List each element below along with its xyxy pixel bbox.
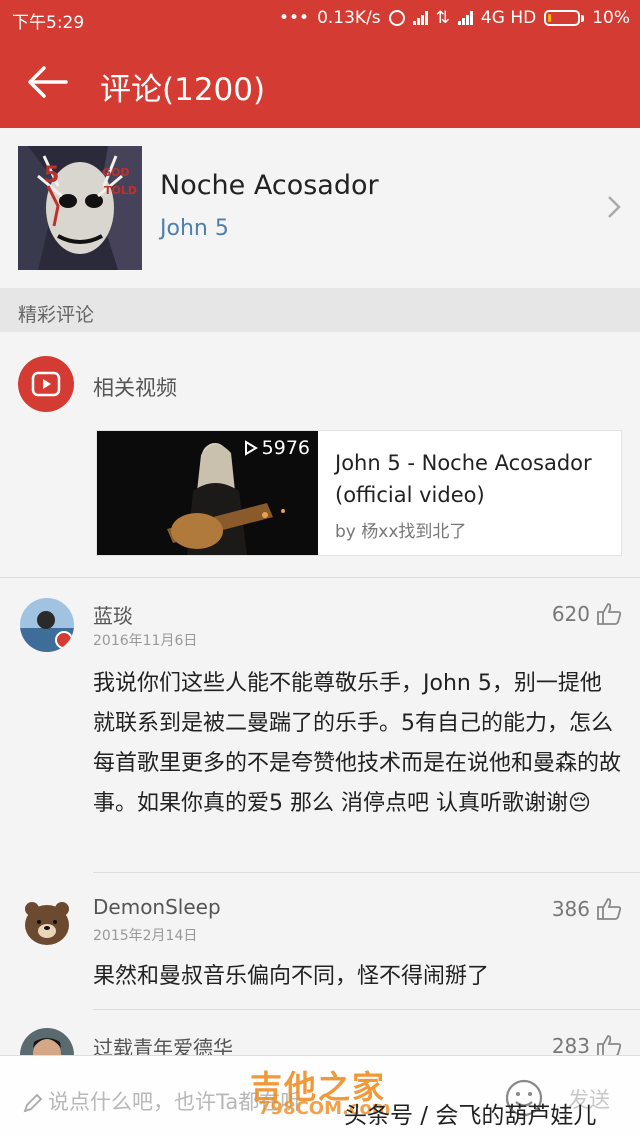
signal-icon-2 [457, 11, 473, 25]
section-heading: 精彩评论 [0, 288, 640, 332]
comment-text: 我说你们这些人能不能尊敬乐手，John 5，别一提他就联系到是被二曼踹了的乐手。… [93, 671, 622, 816]
song-title: Noche Acosador [160, 170, 379, 201]
comment-date: 2015年2月14日 [93, 928, 198, 944]
title-bar: 评论(1200) [0, 36, 640, 128]
pencil-icon [23, 1093, 43, 1113]
avatar[interactable] [20, 1028, 74, 1055]
album-cover: 5 GOD TOLD [18, 146, 142, 270]
avatar[interactable] [20, 598, 74, 652]
svg-text:5: 5 [44, 163, 59, 188]
status-bar: 下午5:29 ••• 0.13K/s ⇅ 4G HD 10% [0, 0, 640, 36]
thumbs-up-icon [597, 1035, 622, 1055]
like-count: 386 [551, 897, 590, 921]
comment-item: 过载青年爱德华 283 [0, 1010, 640, 1055]
thumbs-up-icon [597, 603, 622, 625]
play-count: 5976 [244, 437, 310, 459]
comment-item: 蓝琰 2016年11月6日 620 我说你们这些人能不能尊敬乐手，John 5，… [0, 578, 640, 873]
related-video-card[interactable]: 5976 John 5 - Noche Acosador (official v… [96, 430, 622, 556]
like-button[interactable]: 620 [552, 602, 622, 626]
avatar[interactable] [20, 895, 74, 949]
song-header[interactable]: 5 GOD TOLD Noche Acosador John 5 [0, 128, 640, 288]
like-count: 620 [551, 602, 590, 626]
thumbs-up-icon [597, 898, 622, 920]
video-thumbnail: 5976 [97, 431, 318, 555]
network-type: 4G HD [480, 8, 537, 28]
like-button[interactable]: 386 [552, 897, 622, 921]
comment-username[interactable]: DemonSleep [93, 895, 221, 919]
like-button[interactable]: 283 [552, 1034, 622, 1055]
back-arrow-icon[interactable] [26, 64, 70, 100]
svg-text:TOLD: TOLD [104, 184, 137, 197]
related-video-author: by 杨xx找到北了 [335, 522, 467, 542]
related-video-section: 相关视频 5976 John 5 - Noche Acosador (offic… [0, 332, 640, 578]
source-credit: 头条号 / 会飞的葫芦娃儿 [344, 1103, 597, 1129]
page-title: 评论(1200) [100, 72, 266, 108]
comment-date: 2016年11月6日 [93, 633, 198, 649]
play-icon [244, 440, 258, 456]
status-time: 下午5:29 [12, 13, 85, 33]
status-dots: ••• [278, 8, 310, 28]
chevron-right-icon [608, 196, 621, 218]
signal-icon [412, 11, 428, 25]
comment-text: 果然和曼叔音乐偏向不同，怪不得闹掰了 [93, 964, 490, 989]
comment-item: DemonSleep 2015年2月14日 386 果然和曼叔音乐偏向不同，怪不… [0, 873, 640, 1010]
related-video-label: 相关视频 [93, 376, 177, 400]
related-video-title: John 5 - Noche Acosador (official video) [335, 451, 592, 507]
video-icon [18, 356, 74, 412]
network-speed: 0.13K/s [317, 8, 381, 28]
play-count-value: 5976 [261, 437, 310, 459]
like-count: 283 [551, 1034, 590, 1055]
song-artist[interactable]: John 5 [160, 216, 229, 241]
battery-percent: 10% [592, 8, 630, 28]
battery-icon [544, 10, 585, 26]
alarm-icon [388, 10, 405, 26]
svg-text:GOD: GOD [102, 166, 130, 179]
comment-username[interactable]: 蓝琰 [93, 600, 133, 629]
comment-username[interactable]: 过载青年爱德华 [93, 1032, 233, 1055]
data-arrows-icon: ⇅ [435, 8, 450, 28]
